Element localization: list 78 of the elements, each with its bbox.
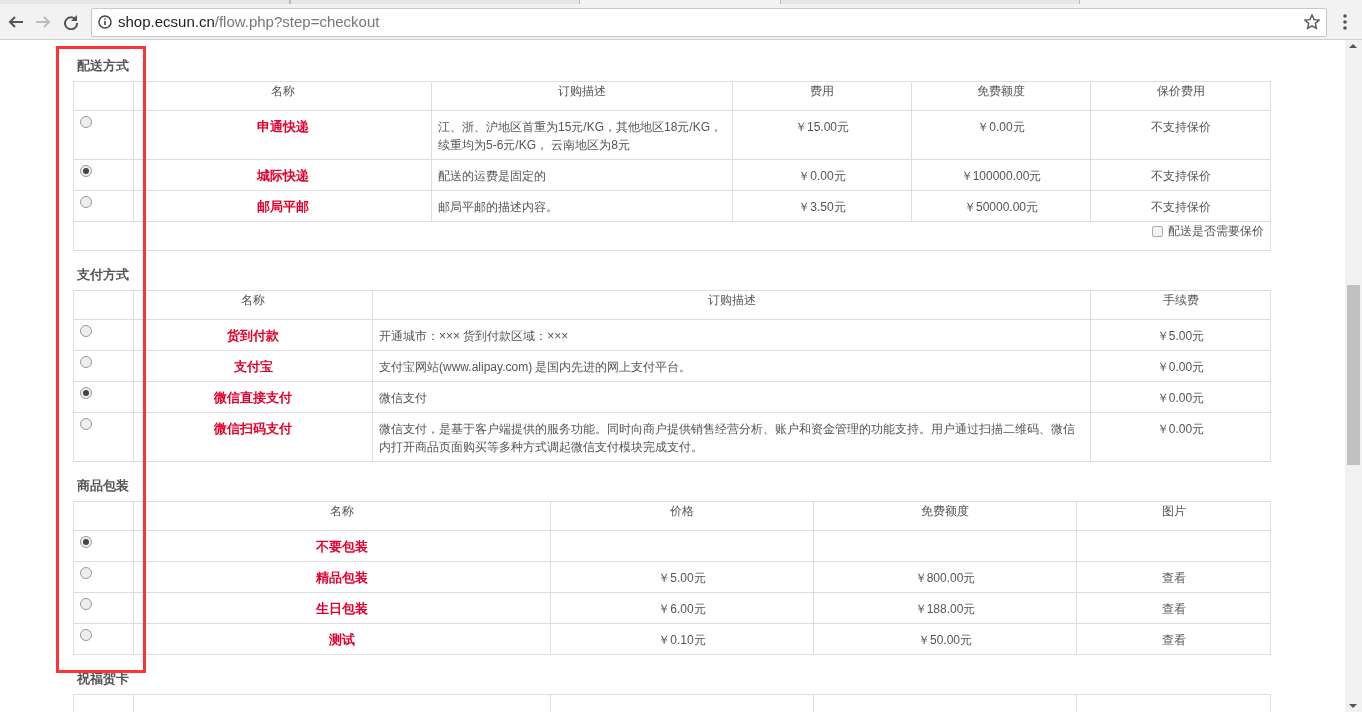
radio-button[interactable] [80,196,92,208]
option-name: 微信扫码支付 [214,421,292,436]
radio-button[interactable] [80,325,92,337]
description-text: 开通城市：××× 货到付款区域：××× [379,329,569,343]
radio-button[interactable] [80,387,92,399]
column-header: 价格 [670,504,694,518]
table-cell: ￥0.00元 [1156,360,1205,374]
option-name: 支付宝 [233,359,273,374]
table-cell: ￥50.00元 [918,633,972,647]
table-cell: ￥0.00元 [977,120,1025,134]
section-title: 商品包装 [76,477,129,495]
table-cell: ￥0.00元 [1156,422,1205,436]
radio-button[interactable] [80,629,92,641]
reload-icon[interactable] [63,14,79,30]
option-name: 不要包装 [316,539,368,554]
table-cell: ￥6.00元 [658,602,706,616]
table-cell: 不支持保价 [1150,200,1211,214]
column-header: 名称 [270,84,295,98]
table-cell: ￥0.00元 [798,169,846,183]
option-name: 货到付款 [227,328,279,343]
description-text: 支付宝网站(www.alipay.com) 是国内先进的网上支付平台。 [379,360,692,374]
column-header: 图片 [1161,504,1186,518]
radio-button[interactable] [80,567,92,579]
table-cell: ￥800.00元 [914,571,976,585]
option-name: 生日包装 [316,601,368,616]
menu-icon[interactable] [1343,14,1347,30]
table-cell: ￥3.50元 [798,200,846,214]
scrollbar[interactable] [1345,40,1362,712]
radio-button[interactable] [80,598,92,610]
section-title: 支付方式 [76,266,129,284]
description-text: 配送的运费是固定的 [438,169,546,183]
radio-button[interactable] [80,536,92,548]
checkbox[interactable] [1152,225,1163,237]
column-header: 免费额度 [977,84,1025,98]
option-name: 邮局平邮 [256,199,309,214]
column-header: 名称 [330,504,354,518]
view-link[interactable]: 查看 [1161,602,1186,616]
option-name: 测试 [329,632,355,647]
section-title: 祝福贺卡 [75,670,129,688]
table-cell: ￥15.00元 [795,120,849,134]
description-text: 江、浙、沪地区首重为15元/KG，其他地区18元/KG，续重均为5-6元/KG， 云南地区为8元 [438,120,723,152]
column-header: 订购描述 [707,293,756,307]
description-text: 邮局平邮的描述内容。 [438,200,558,214]
radio-button[interactable] [80,418,92,430]
back-icon[interactable] [8,14,24,30]
table-cell: ￥188.00元 [914,602,976,616]
table-cell: 不支持保价 [1150,169,1211,183]
table-cell: ￥5.00元 [658,571,706,585]
option-name: 申通快递 [256,119,309,134]
column-header: 保价费用 [1156,84,1205,98]
address-bar[interactable]: shop.ecsun.cn/flow.php?step=checkout [91,7,1327,37]
column-header: 订购描述 [558,84,606,98]
table-cell: ￥50000.00元 [963,200,1039,214]
table-cell: ￥0.10元 [658,633,706,647]
view-link[interactable]: 查看 [1161,571,1186,585]
forward-icon[interactable] [35,14,51,30]
checkbox-label: 配送是否需要保价 [1168,223,1264,240]
table-cell: ￥0.00元 [1156,391,1205,405]
radio-button[interactable] [80,165,92,177]
table-cell: 不支持保价 [1150,120,1211,134]
radio-button[interactable] [80,116,92,128]
option-name: 精品包装 [316,570,368,585]
info-icon[interactable] [98,15,112,29]
radio-button[interactable] [80,356,92,368]
option-name: 微信直接支付 [214,390,292,405]
option-name: 城际快递 [256,168,309,183]
bookmark-star-icon[interactable] [1304,14,1320,30]
column-header: 费用 [810,84,834,98]
table-cell: ￥5.00元 [1156,329,1205,343]
url-text: shop.ecsun.cn/flow.php?step=checkout [118,11,380,32]
description-text: 微信支付，是基于客户端提供的服务功能。同时向商户提供销售经营分析、账户和资金管理的功能支持。用户通过扫描二维码、微信内打开商品页面购买等多种方式调起微信支付模块完成支付。 [379,422,1075,454]
column-header: 手续费 [1162,293,1199,307]
column-header: 名称 [241,293,265,307]
description-text: 微信支付 [379,391,427,405]
column-header: 免费额度 [921,504,969,518]
view-link[interactable]: 查看 [1161,633,1186,647]
table-cell: ￥100000.00元 [960,169,1042,183]
section-title: 配送方式 [76,57,129,75]
